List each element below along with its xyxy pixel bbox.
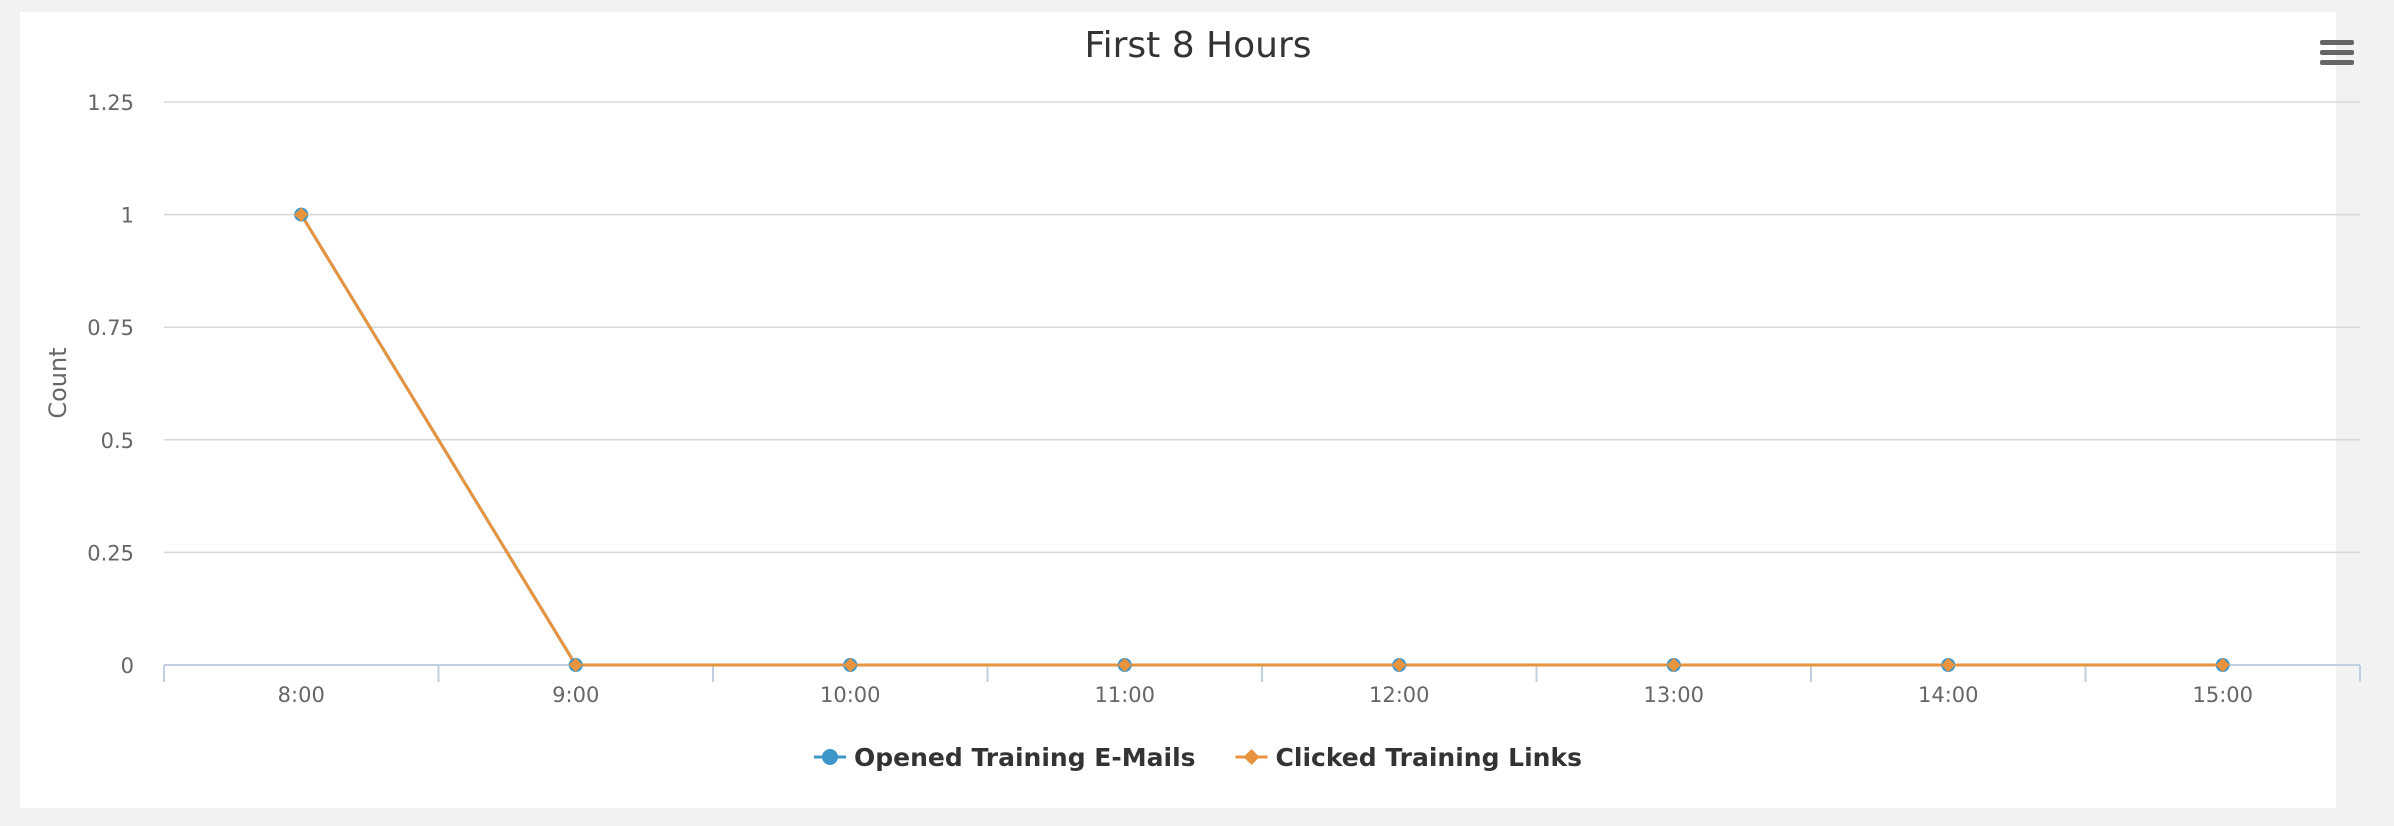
x-axis-ticks: 8:00 9:00 10:00 11:00 12:00 13:00 14:00 15:00 — [278, 683, 2253, 707]
y-axis-ticks: 0 0.25 0.5 0.75 1 1.25 — [87, 91, 134, 678]
x-tick-label: 14:00 — [1918, 683, 1979, 707]
line-chart: 0 0.25 0.5 0.75 1 1.25 8:00 9:00 10:00 11:00 12:0… — [44, 25, 2361, 772]
x-tick-label: 13:00 — [1643, 683, 1704, 707]
hamburger-menu-icon[interactable] — [2320, 40, 2354, 66]
x-tick-label: 9:00 — [552, 683, 599, 707]
y-tick-label: 0.75 — [87, 316, 134, 340]
legend: Opened Training E-Mails Clicked Training … — [814, 743, 1582, 772]
legend-circle-icon — [822, 749, 838, 765]
y-tick-label: 1.25 — [87, 91, 134, 115]
grid-lines — [164, 101, 2360, 554]
legend-item[interactable]: Clicked Training Links — [1235, 743, 1582, 772]
y-tick-label: 0.5 — [101, 429, 134, 453]
y-tick-label: 0.25 — [87, 541, 134, 565]
y-tick-label: 0 — [121, 654, 134, 678]
legend-diamond-icon — [1243, 749, 1260, 765]
y-axis-label: Count — [44, 347, 72, 418]
legend-label: Opened Training E-Mails — [854, 743, 1196, 772]
x-tick-label: 12:00 — [1369, 683, 1430, 707]
legend-item[interactable]: Opened Training E-Mails — [814, 743, 1196, 772]
x-axis — [163, 664, 2361, 682]
x-tick-label: 11:00 — [1094, 683, 1155, 707]
chart-title: First 8 Hours — [1084, 25, 1311, 66]
x-tick-label: 15:00 — [2192, 683, 2253, 707]
x-tick-label: 8:00 — [278, 683, 325, 707]
legend-label: Clicked Training Links — [1276, 743, 1582, 772]
x-tick-label: 10:00 — [820, 683, 881, 707]
y-tick-label: 1 — [121, 204, 134, 228]
